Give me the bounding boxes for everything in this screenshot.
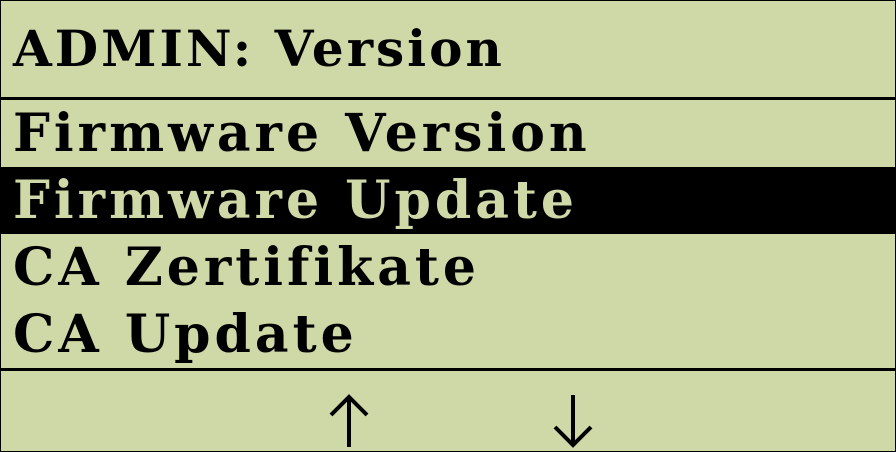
menu-item-ca-zertifikate[interactable]: CA Zertifikate bbox=[1, 234, 895, 301]
menu-list: Firmware Version Firmware Update CA Zert… bbox=[1, 100, 895, 368]
menu-item-label: Firmware Version bbox=[13, 103, 591, 164]
lcd-screen: ADMIN: Version Firmware Version Firmware… bbox=[0, 0, 896, 452]
softkey-bar bbox=[1, 368, 895, 452]
menu-item-firmware-version[interactable]: Firmware Version bbox=[1, 100, 895, 167]
menu-item-label: CA Zertifikate bbox=[13, 237, 480, 298]
menu-item-ca-update[interactable]: CA Update bbox=[1, 301, 895, 368]
menu-item-label: CA Update bbox=[13, 304, 358, 365]
page-title: ADMIN: Version bbox=[13, 19, 505, 78]
arrow-down-icon[interactable] bbox=[543, 391, 603, 451]
menu-item-label: Firmware Update bbox=[13, 170, 578, 231]
title-bar: ADMIN: Version bbox=[1, 1, 895, 100]
arrow-up-icon[interactable] bbox=[319, 391, 379, 451]
menu-item-firmware-update[interactable]: Firmware Update bbox=[1, 167, 895, 234]
